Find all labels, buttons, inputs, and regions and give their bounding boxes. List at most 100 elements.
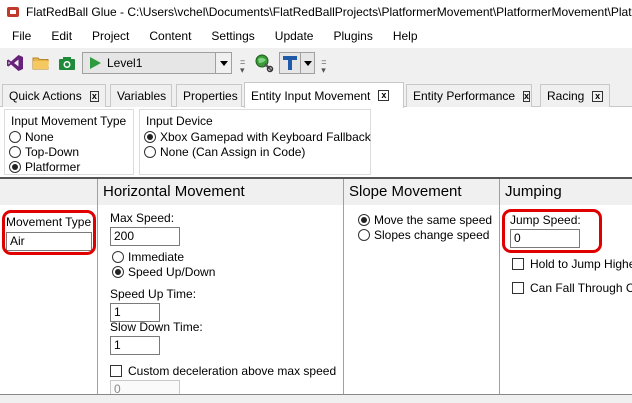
- tab-label: Variables: [117, 89, 167, 103]
- radio-button[interactable]: [9, 146, 21, 158]
- radio-movement-platformer[interactable]: Platformer: [9, 160, 80, 174]
- toolbar: Level1 = ▾ = ▾: [0, 48, 632, 78]
- jumping-header: Jumping: [500, 179, 632, 205]
- slow-down-time-input[interactable]: 1: [110, 336, 160, 355]
- radio-label: None (Can Assign in Code): [160, 145, 306, 159]
- tab-label: Quick Actions: [9, 89, 82, 103]
- input-movement-type-group: Input Movement Type None Top-Down Platfo…: [4, 109, 134, 175]
- radio-button[interactable]: [9, 161, 21, 173]
- annotation-highlight: [502, 209, 602, 253]
- radio-device-xbox-gamepad[interactable]: Xbox Gamepad with Keyboard Fallback: [144, 130, 371, 144]
- menu-settings[interactable]: Settings: [201, 24, 264, 48]
- flatredball-app-icon: [6, 5, 20, 19]
- tab-label: Entity Performance: [413, 89, 516, 103]
- tools-dropdown-button[interactable]: [279, 52, 316, 74]
- open-in-visual-studio-button[interactable]: [4, 52, 26, 74]
- group-title: Input Device: [146, 114, 213, 128]
- speed-up-time-label: Speed Up Time:: [110, 287, 197, 301]
- checkbox-label: Hold to Jump Higher: [530, 257, 632, 271]
- play-icon: [90, 57, 101, 69]
- visual-studio-icon: [7, 55, 23, 71]
- grid-bottom-border: [0, 394, 632, 403]
- close-icon[interactable]: x: [378, 90, 390, 101]
- chevron-down-icon: [300, 53, 314, 73]
- radio-label: Xbox Gamepad with Keyboard Fallback: [160, 130, 371, 144]
- tab-quick-actions[interactable]: Quick Actions x: [2, 84, 106, 107]
- radio-movement-none[interactable]: None: [9, 130, 54, 144]
- radio-button[interactable]: [9, 131, 21, 143]
- column-header: [0, 179, 97, 205]
- radio-label: Move the same speed: [374, 213, 493, 227]
- tab-label: Entity Input Movement: [251, 88, 371, 103]
- menu-project[interactable]: Project: [82, 24, 139, 48]
- menu-bar: File Edit Project Content Settings Updat…: [0, 24, 632, 48]
- tab-label: Racing: [547, 89, 585, 103]
- max-speed-label: Max Speed:: [110, 211, 175, 225]
- checkbox[interactable]: [110, 365, 122, 377]
- radio-button[interactable]: [112, 251, 124, 263]
- startup-screen-dropdown[interactable]: Level1: [82, 52, 232, 74]
- open-folder-button[interactable]: [30, 52, 52, 74]
- startup-screen-name: Level1: [107, 56, 143, 70]
- radio-slopes-change-speed[interactable]: Slopes change speed: [358, 228, 489, 242]
- camera-icon: [59, 57, 75, 70]
- tab-label: Properties: [183, 89, 238, 103]
- radio-label: Platformer: [25, 160, 81, 174]
- window-title: FlatRedBall Glue - C:\Users\vchel\Docume…: [26, 5, 632, 19]
- checkbox-label: Can Fall Through Cloud: [530, 281, 632, 295]
- menu-update[interactable]: Update: [265, 24, 324, 48]
- folder-icon: [32, 57, 49, 70]
- slow-down-time-label: Slow Down Time:: [110, 320, 203, 334]
- tab-entity-performance[interactable]: Entity Performance x: [406, 84, 532, 107]
- can-fall-through-cloud-checkbox[interactable]: Can Fall Through Cloud: [512, 281, 632, 295]
- radio-immediate[interactable]: Immediate: [112, 250, 184, 264]
- menu-content[interactable]: Content: [139, 24, 201, 48]
- radio-device-none[interactable]: None (Can Assign in Code): [144, 145, 305, 159]
- chevron-down-icon: [215, 53, 231, 73]
- tab-properties[interactable]: Properties: [176, 84, 242, 107]
- jumping-column: Jumping Jump Speed: 0 Hold to Jump Highe…: [500, 179, 632, 403]
- menu-edit[interactable]: Edit: [41, 24, 82, 48]
- horizontal-movement-header: Horizontal Movement: [98, 179, 343, 205]
- wrench-globe-icon: [255, 54, 274, 73]
- radio-movement-top-down[interactable]: Top-Down: [9, 145, 79, 159]
- radio-button[interactable]: [144, 146, 156, 158]
- radio-move-same-speed[interactable]: Move the same speed: [358, 213, 492, 227]
- title-bar: FlatRedBall Glue - C:\Users\vchel\Docume…: [0, 0, 632, 24]
- close-icon[interactable]: x: [523, 90, 531, 102]
- tab-strip: Quick Actions x Variables Properties Ent…: [0, 82, 632, 108]
- checkbox[interactable]: [512, 282, 524, 294]
- slope-movement-header: Slope Movement: [344, 179, 499, 205]
- movement-values-grid: Movement Type Air Horizontal Movement Ma…: [0, 177, 632, 403]
- toolbar-grip-icon[interactable]: = ▾: [321, 52, 326, 75]
- radio-speed-up-down[interactable]: Speed Up/Down: [112, 265, 215, 279]
- tab-variables[interactable]: Variables: [110, 84, 172, 107]
- radio-label: Immediate: [128, 250, 185, 264]
- radio-button[interactable]: [112, 266, 124, 278]
- tab-racing[interactable]: Racing x: [540, 84, 610, 107]
- menu-file[interactable]: File: [0, 24, 41, 48]
- menu-help[interactable]: Help: [383, 24, 428, 48]
- horizontal-movement-column: Horizontal Movement Max Speed: 200 Immed…: [98, 179, 344, 403]
- wrench-globe-button[interactable]: [253, 52, 275, 74]
- screenshot-button[interactable]: [56, 52, 78, 74]
- max-speed-input[interactable]: 200: [110, 227, 180, 246]
- tab-entity-input-movement[interactable]: Entity Input Movement x: [244, 82, 404, 108]
- movement-type-column: Movement Type Air: [0, 179, 98, 403]
- custom-deceleration-checkbox[interactable]: Custom deceleration above max speed: [110, 364, 336, 378]
- close-icon[interactable]: x: [89, 90, 99, 102]
- radio-label: Slopes change speed: [374, 228, 490, 242]
- menu-plugins[interactable]: Plugins: [323, 24, 382, 48]
- checkbox[interactable]: [512, 258, 524, 270]
- annotation-highlight: [2, 210, 96, 255]
- checkbox-label: Custom deceleration above max speed: [128, 364, 337, 378]
- hold-to-jump-higher-checkbox[interactable]: Hold to Jump Higher: [512, 257, 632, 271]
- radio-button[interactable]: [144, 131, 156, 143]
- tool-t-icon: [283, 56, 298, 70]
- entity-input-movement-panel: Input Movement Type None Top-Down Platfo…: [0, 107, 632, 403]
- radio-button[interactable]: [358, 214, 370, 226]
- radio-button[interactable]: [358, 229, 370, 241]
- toolbar-grip-icon[interactable]: = ▾: [240, 52, 245, 75]
- slope-movement-column: Slope Movement Move the same speed Slope…: [344, 179, 500, 403]
- close-icon[interactable]: x: [592, 90, 603, 102]
